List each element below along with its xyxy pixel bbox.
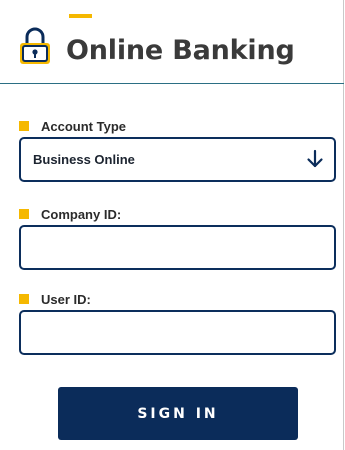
label-marker xyxy=(19,209,29,219)
arrow-down-icon xyxy=(306,149,324,169)
login-panel: Online Banking Account Type Business Onl… xyxy=(0,0,344,450)
company-id-field-box xyxy=(19,225,336,270)
user-id-field-box xyxy=(19,310,336,355)
sign-in-button[interactable]: SIGN IN xyxy=(58,387,298,440)
label-marker xyxy=(19,294,29,304)
company-id-field[interactable] xyxy=(21,227,334,268)
account-type-select[interactable]: Business Online xyxy=(19,137,336,182)
page-title: Online Banking xyxy=(66,35,295,66)
company-id-label-text: Company ID: xyxy=(41,206,122,222)
header: Online Banking xyxy=(0,0,344,84)
account-type-value: Business Online xyxy=(33,152,135,167)
user-id-field[interactable] xyxy=(21,312,334,353)
user-id-label: User ID: xyxy=(19,290,91,308)
accent-bar xyxy=(69,14,92,18)
lock-icon xyxy=(18,26,52,66)
account-type-label: Account Type xyxy=(19,117,126,135)
company-id-label: Company ID: xyxy=(19,205,121,223)
label-marker xyxy=(19,121,29,131)
user-id-label-text: User ID: xyxy=(41,291,91,307)
account-type-label-text: Account Type xyxy=(41,118,126,134)
